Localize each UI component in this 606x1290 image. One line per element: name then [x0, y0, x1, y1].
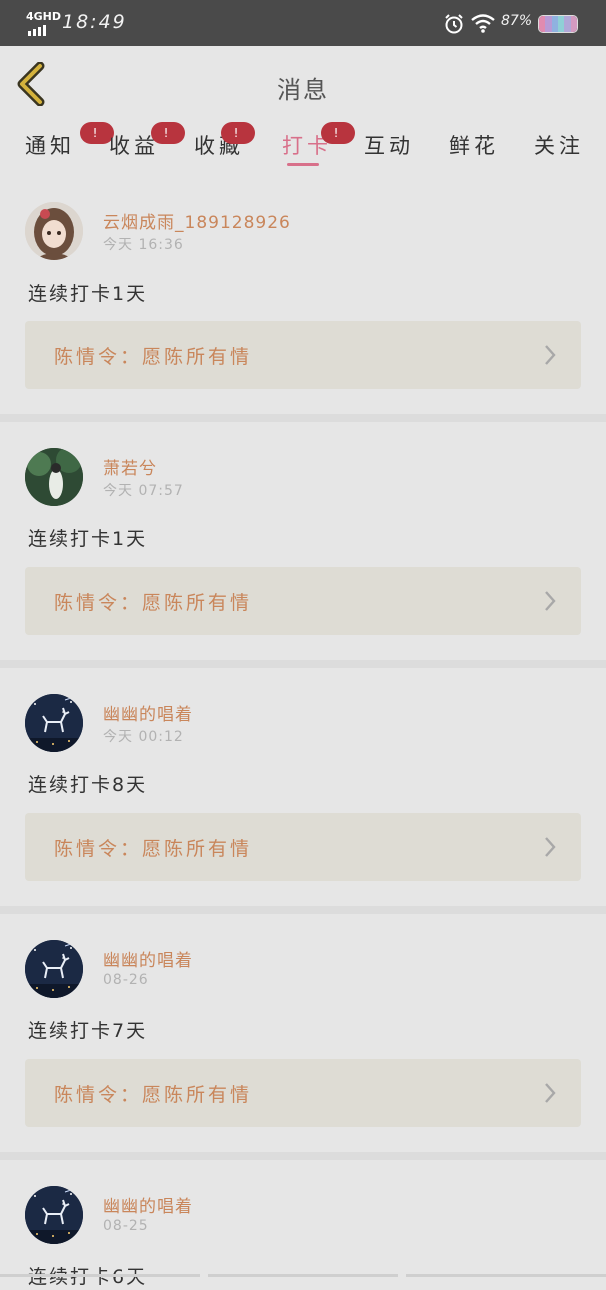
timestamp: 今天 00:12 — [103, 729, 184, 745]
username[interactable]: 幽幽的唱着 — [103, 700, 193, 725]
avatar[interactable] — [25, 1186, 83, 1244]
badge-income: ! — [151, 122, 185, 144]
tab-notice[interactable]: 通知 ! — [25, 122, 114, 160]
username[interactable]: 云烟成雨_189128926 — [103, 208, 291, 233]
chevron-right-icon — [545, 837, 556, 857]
timestamp: 今天 16:36 — [103, 237, 184, 253]
checkin-text: 连续打卡1天 — [28, 528, 148, 550]
chevron-right-icon — [545, 591, 556, 611]
work-title: 陈情令：愿陈所有情 — [54, 1084, 253, 1106]
avatar[interactable] — [25, 202, 83, 260]
timestamp: 08-26 — [103, 972, 149, 988]
divider — [0, 414, 606, 422]
work-link[interactable]: 陈情令：愿陈所有情 — [25, 321, 581, 389]
bottom-indicator — [0, 1274, 606, 1280]
tab-interaction[interactable]: 互动 — [364, 130, 414, 160]
work-link[interactable]: 陈情令：愿陈所有情 — [25, 813, 581, 881]
tab-label: 通知 — [25, 134, 75, 158]
header: 消息 — [0, 46, 606, 123]
avatar[interactable] — [25, 940, 83, 998]
divider — [0, 660, 606, 668]
tab-flowers[interactable]: 鲜花 — [449, 130, 499, 160]
list-item: 幽幽的唱着 08-25 连续打卡6天 — [0, 1160, 606, 1290]
list-item: 幽幽的唱着 今天 00:12 连续打卡8天 陈情令：愿陈所有情 — [0, 668, 606, 910]
battery-icon — [538, 15, 578, 33]
badge-favorites: ! — [221, 122, 255, 144]
list-item: 幽幽的唱着 08-26 连续打卡7天 陈情令：愿陈所有情 — [0, 914, 606, 1156]
network-type: 4GHD — [26, 10, 62, 23]
tab-income[interactable]: 收益 ! — [109, 122, 185, 160]
divider — [0, 1152, 606, 1160]
timestamp: 今天 07:57 — [103, 483, 184, 499]
tab-label: 鲜花 — [449, 134, 499, 158]
timestamp: 08-25 — [103, 1218, 149, 1234]
tab-bar: 通知 ! 收益 ! 收藏 ! 打卡 ! 互动 鲜花 关注 — [0, 122, 606, 172]
work-title: 陈情令：愿陈所有情 — [54, 592, 253, 614]
status-time: 18:49 — [62, 11, 127, 33]
avatar[interactable] — [25, 448, 83, 506]
checkin-text: 连续打卡8天 — [28, 774, 148, 796]
alarm-icon — [445, 14, 463, 34]
chevron-right-icon — [545, 345, 556, 365]
tab-checkin[interactable]: 打卡 ! — [282, 122, 355, 160]
signal-icon: 4GHD — [26, 10, 61, 36]
username[interactable]: 幽幽的唱着 — [103, 1192, 193, 1217]
badge-checkin: ! — [321, 122, 355, 144]
checkin-text: 连续打卡7天 — [28, 1020, 148, 1042]
chevron-right-icon — [545, 1083, 556, 1103]
username[interactable]: 萧若兮 — [103, 454, 157, 479]
avatar-deer-icon — [25, 1186, 83, 1244]
wifi-icon — [471, 14, 495, 33]
checkin-text: 连续打卡1天 — [28, 283, 148, 305]
tab-label: 关注 — [534, 134, 584, 158]
work-link[interactable]: 陈情令：愿陈所有情 — [25, 1059, 581, 1127]
divider — [0, 906, 606, 914]
avatar-deer-icon — [25, 694, 83, 752]
list-item: 云烟成雨_189128926 今天 16:36 连续打卡1天 陈情令：愿陈所有情 — [0, 184, 606, 426]
list-item: 萧若兮 今天 07:57 连续打卡1天 陈情令：愿陈所有情 — [0, 422, 606, 664]
page-title: 消息 — [277, 76, 329, 104]
active-tab-indicator — [287, 163, 319, 166]
username[interactable]: 幽幽的唱着 — [103, 946, 193, 971]
avatar-deer-icon — [25, 940, 83, 998]
battery-percent: 87% — [501, 13, 533, 29]
work-title: 陈情令：愿陈所有情 — [54, 838, 253, 860]
tab-label: 互动 — [364, 134, 414, 158]
avatar-forest-icon — [25, 448, 83, 506]
work-title: 陈情令：愿陈所有情 — [54, 346, 253, 368]
avatar[interactable] — [25, 694, 83, 752]
status-bar: 4GHD 18:49 87% — [0, 0, 606, 46]
tab-follow[interactable]: 关注 — [534, 130, 584, 160]
work-link[interactable]: 陈情令：愿陈所有情 — [25, 567, 581, 635]
tab-favorites[interactable]: 收藏 ! — [194, 122, 255, 160]
avatar-girl-icon — [25, 202, 83, 260]
